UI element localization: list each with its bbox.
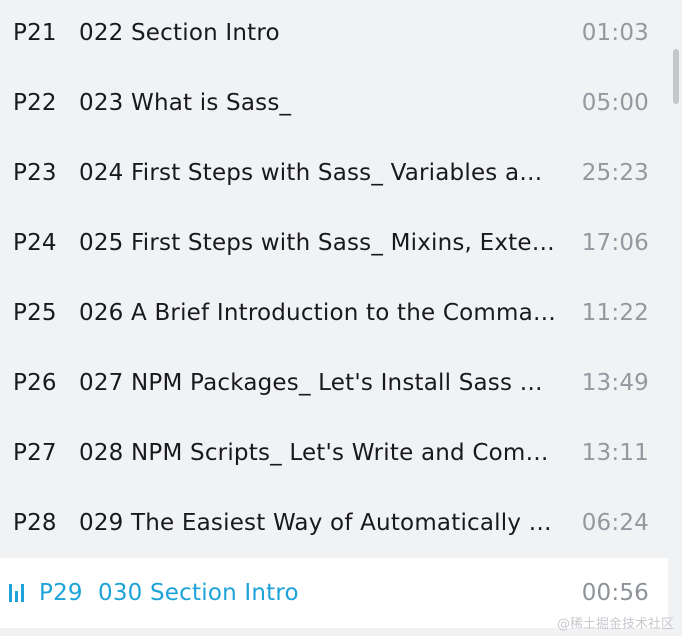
episode-part-number: P29 <box>39 580 83 606</box>
watermark: @稀土掘金技术社区 <box>556 617 674 632</box>
episode-row[interactable]: P21 022 Section Intro 01:03 <box>0 0 668 68</box>
episode-row[interactable]: P27 028 NPM Scripts_ Let's Write and Com… <box>0 418 668 488</box>
episode-title: 023 What is Sass_ <box>79 90 292 116</box>
episode-row[interactable]: P23 024 First Steps with Sass_ Variables… <box>0 138 668 208</box>
episode-part-number: P27 <box>13 440 57 466</box>
episode-duration: 05:00 <box>581 90 649 116</box>
episode-title: 022 Section Intro <box>79 20 280 46</box>
episode-part-number: P23 <box>13 160 57 186</box>
episode-duration: 11:22 <box>581 300 649 326</box>
now-playing-bars-icon <box>0 584 39 602</box>
episode-part: P29 <box>0 580 98 606</box>
episode-row[interactable]: P24 025 First Steps with Sass_ Mixins, E… <box>0 208 668 278</box>
episode-title: 028 NPM Scripts_ Let's Write and Com… <box>79 440 549 466</box>
episode-duration: 13:11 <box>581 440 649 466</box>
episode-row[interactable]: P22 023 What is Sass_ 05:00 <box>0 68 668 138</box>
episode-duration: 25:23 <box>581 160 649 186</box>
episode-title: 029 The Easiest Way of Automatically … <box>79 510 552 536</box>
episode-title: 030 Section Intro <box>98 580 299 606</box>
episode-duration: 17:06 <box>581 230 649 256</box>
episode-title: 026 A Brief Introduction to the Comma… <box>79 300 557 326</box>
episode-part-number: P26 <box>13 370 57 396</box>
episode-duration: 13:49 <box>581 370 649 396</box>
episode-row[interactable]: P25 026 A Brief Introduction to the Comm… <box>0 278 668 348</box>
episode-row[interactable]: P26 027 NPM Packages_ Let's Install Sass… <box>0 348 668 418</box>
scrollbar[interactable] <box>673 49 679 104</box>
episode-duration: 00:56 <box>581 580 649 606</box>
episode-part-number: P28 <box>13 510 57 536</box>
episode-title: 027 NPM Packages_ Let's Install Sass … <box>79 370 543 396</box>
episode-part-number: P22 <box>13 90 57 116</box>
episode-title: 025 First Steps with Sass_ Mixins, Exte… <box>79 230 555 256</box>
episode-part-number: P24 <box>13 230 57 256</box>
episode-row[interactable]: P28 029 The Easiest Way of Automatically… <box>0 488 668 558</box>
episode-title: 024 First Steps with Sass_ Variables a… <box>79 160 543 186</box>
episode-part-number: P21 <box>13 20 57 46</box>
episode-part-number: P25 <box>13 300 57 326</box>
episode-duration: 01:03 <box>581 20 649 46</box>
episode-list: P21 022 Section Intro 01:03 P22 023 What… <box>0 0 668 636</box>
episode-duration: 06:24 <box>581 510 649 536</box>
